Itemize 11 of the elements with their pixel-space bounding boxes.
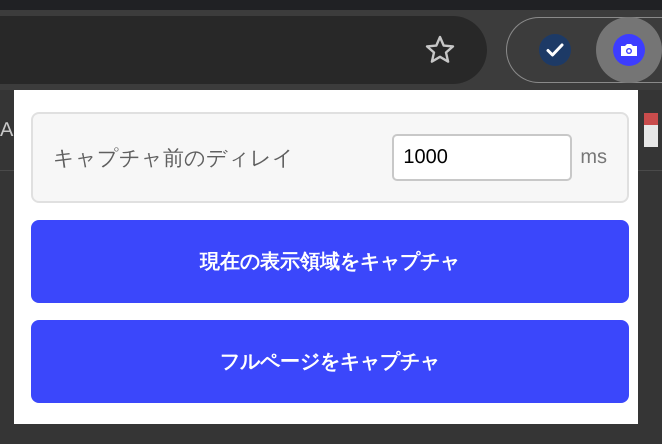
delay-input[interactable]: 1000 [392,134,572,181]
check-icon [539,34,571,66]
unit-label: ms [580,146,607,169]
bookmark-icon[interactable] [644,113,658,147]
camera-icon [613,34,645,66]
star-icon[interactable] [425,35,455,65]
bookmark-item[interactable]: A [0,118,14,142]
capture-button[interactable]: フルページをキャプチャ [31,320,629,403]
capture-button[interactable]: 現在の表示領域をキャプチャ [31,220,629,303]
extension-button[interactable] [596,17,662,83]
delay-label: キャプチャ前のディレイ [53,146,295,172]
